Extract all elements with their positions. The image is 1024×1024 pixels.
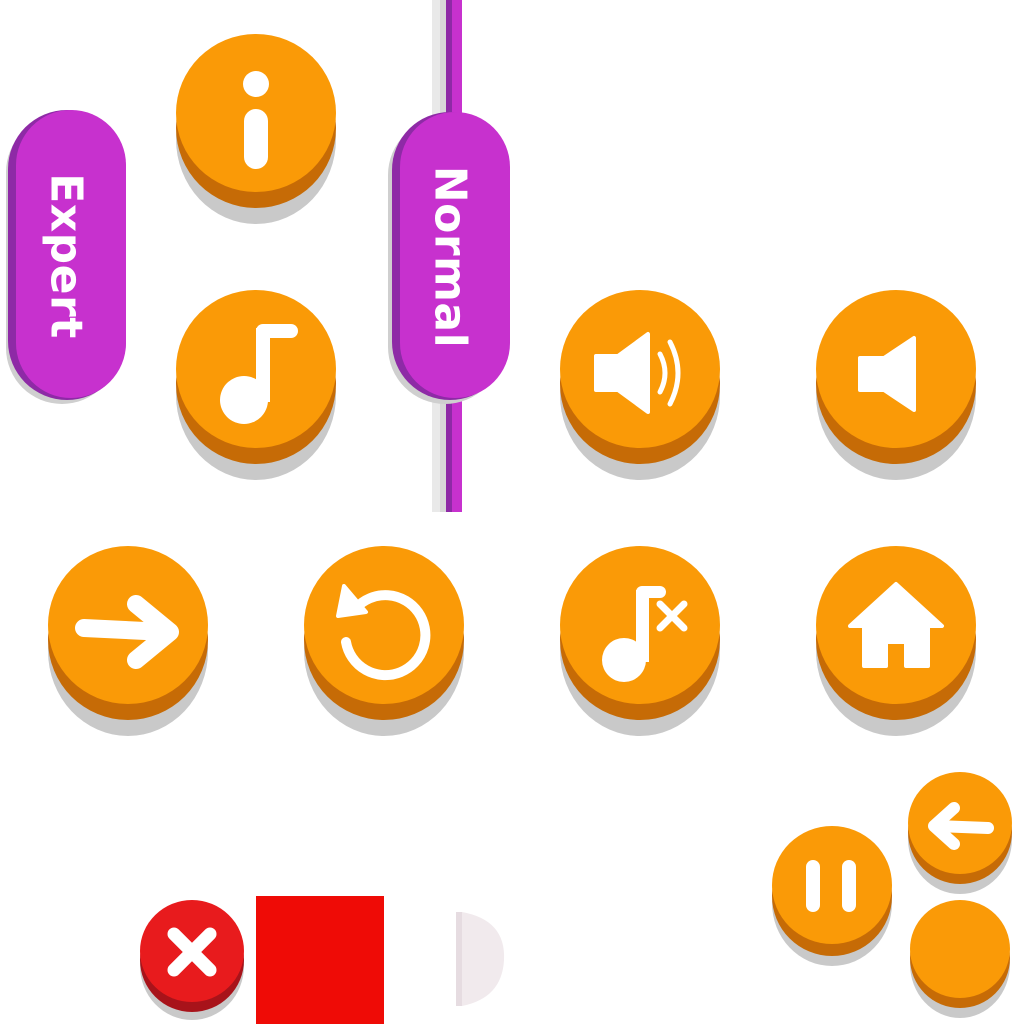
music-note-icon [220, 324, 298, 424]
restart-icon [336, 584, 431, 681]
expert-difficulty-button[interactable]: Expert [6, 108, 126, 404]
sound-off-button[interactable] [816, 290, 978, 482]
blank-button[interactable] [910, 900, 1014, 1020]
music-off-button[interactable] [560, 546, 722, 738]
home-icon [848, 582, 944, 668]
info-button[interactable] [176, 34, 338, 226]
pause-button[interactable] [772, 826, 894, 968]
close-button[interactable] [140, 900, 246, 1024]
pause-icon [806, 860, 856, 912]
normal-difficulty-button[interactable]: Normal [388, 110, 512, 404]
next-button[interactable] [48, 546, 210, 738]
red-swatch [256, 896, 384, 1024]
normal-label: Normal [424, 165, 476, 349]
restart-button[interactable] [304, 546, 466, 738]
close-icon [167, 927, 217, 977]
music-button[interactable] [176, 290, 338, 482]
arrow-right-icon [75, 595, 179, 669]
info-icon [243, 71, 269, 169]
sound-on-button[interactable] [560, 290, 722, 482]
music-off-icon [602, 586, 688, 682]
faded-half-disc [456, 912, 505, 1006]
home-button[interactable] [816, 546, 978, 738]
back-button[interactable] [908, 772, 1014, 896]
speaker-off-icon [858, 336, 916, 412]
expert-label: Expert [40, 173, 92, 339]
speaker-on-icon [594, 332, 681, 414]
arrow-left-icon [928, 802, 994, 850]
